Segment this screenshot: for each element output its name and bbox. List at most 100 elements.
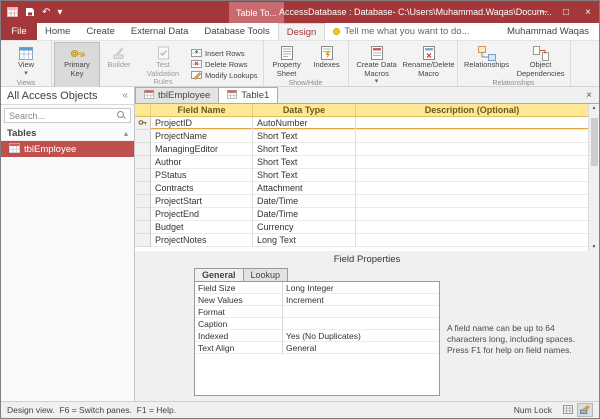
test-validation-rules-button[interactable]: Test Validation Rules — [138, 42, 188, 88]
row-selector[interactable] — [135, 182, 151, 195]
primary-key-button[interactable]: Primary Key — [54, 42, 100, 88]
data-type-cell[interactable]: Short Text — [253, 130, 356, 143]
property-label[interactable]: Field Size — [195, 282, 283, 294]
field-name-cell[interactable]: ManagingEditor — [151, 143, 253, 156]
row-selector[interactable] — [135, 156, 151, 169]
doc-tab-tblemployee[interactable]: tblEmployee — [135, 87, 219, 103]
delete-rows-button[interactable]: Delete Rows — [191, 59, 258, 70]
property-label[interactable]: Text Align — [195, 342, 283, 354]
doc-tab-table1[interactable]: Table1 — [218, 87, 278, 103]
row-selector[interactable] — [135, 221, 151, 234]
indexes-button[interactable]: Indexes — [308, 42, 346, 79]
data-type-cell[interactable]: Short Text — [253, 143, 356, 156]
property-value[interactable]: Increment — [283, 294, 439, 306]
close-button[interactable]: × — [577, 1, 599, 23]
property-value[interactable]: Yes (No Duplicates) — [283, 330, 439, 342]
data-type-cell[interactable]: Date/Time — [253, 195, 356, 208]
field-name-cell[interactable]: ProjectNotes — [151, 234, 253, 247]
property-value[interactable] — [283, 306, 439, 318]
relationships-button[interactable]: Relationships — [460, 42, 514, 79]
description-cell[interactable] — [356, 195, 588, 208]
description-cell[interactable] — [356, 208, 588, 221]
qat-customize-icon[interactable]: ▾ — [57, 7, 62, 18]
object-dependencies-button[interactable]: Object Dependencies — [514, 42, 568, 79]
table-row[interactable]: Author Short Text — [135, 156, 588, 169]
design-view-button[interactable] — [577, 403, 593, 417]
field-name-cell[interactable]: PStatus — [151, 169, 253, 182]
row-selector[interactable] — [135, 195, 151, 208]
description-cell[interactable] — [356, 143, 588, 156]
datasheet-view-button[interactable] — [560, 403, 576, 417]
table-row[interactable]: ProjectStart Date/Time — [135, 195, 588, 208]
tab-external-data[interactable]: External Data — [123, 23, 197, 40]
description-cell[interactable] — [356, 221, 588, 234]
row-selector[interactable] — [135, 234, 151, 247]
property-value[interactable]: General — [283, 342, 439, 354]
field-name-cell[interactable]: Author — [151, 156, 253, 169]
create-data-macros-button[interactable]: Create Data Macros ▾ — [351, 42, 403, 87]
data-type-cell[interactable]: Currency — [253, 221, 356, 234]
tab-design[interactable]: Design — [278, 23, 326, 40]
property-label[interactable]: Caption — [195, 318, 283, 330]
table-row[interactable]: ProjectEnd Date/Time — [135, 208, 588, 221]
insert-rows-button[interactable]: Insert Rows — [191, 48, 258, 59]
property-label[interactable]: Format — [195, 306, 283, 318]
description-cell[interactable] — [356, 182, 588, 195]
search-input[interactable]: Search... — [4, 108, 131, 123]
tab-database-tools[interactable]: Database Tools — [196, 23, 277, 40]
description-cell[interactable] — [356, 234, 588, 247]
modify-lookups-button[interactable]: Modify Lookups — [191, 70, 258, 81]
row-selector[interactable] — [135, 117, 151, 130]
save-icon[interactable] — [25, 7, 35, 17]
builder-button[interactable]: Builder — [100, 42, 138, 88]
contextual-tab-group-label[interactable]: Table To... — [229, 2, 284, 23]
data-type-cell[interactable]: Short Text — [253, 169, 356, 182]
nav-item-tblemployee[interactable]: tblEmployee — [1, 141, 134, 157]
table-row[interactable]: Contracts Attachment — [135, 182, 588, 195]
property-value[interactable]: Long Integer — [283, 282, 439, 294]
description-cell[interactable] — [356, 130, 588, 143]
description-cell[interactable] — [356, 117, 588, 130]
row-selector[interactable] — [135, 208, 151, 221]
field-name-cell[interactable]: Contracts — [151, 182, 253, 195]
row-selector[interactable] — [135, 169, 151, 182]
rename-delete-macro-button[interactable]: Rename/Delete Macro — [403, 42, 455, 87]
shutter-collapse-icon[interactable]: « — [122, 90, 128, 101]
scrollbar-thumb[interactable] — [591, 118, 598, 166]
data-type-cell[interactable]: Short Text — [253, 156, 356, 169]
table-row[interactable]: ProjectName Short Text — [135, 130, 588, 143]
description-cell[interactable] — [356, 169, 588, 182]
nav-section-tables[interactable]: Tables ▴ — [1, 126, 134, 141]
tab-file[interactable]: File — [1, 23, 37, 40]
property-label[interactable]: Indexed — [195, 330, 283, 342]
tab-create[interactable]: Create — [78, 23, 123, 40]
tab-general[interactable]: General — [194, 268, 244, 281]
property-sheet-button[interactable]: Property Sheet — [266, 42, 308, 79]
table-row[interactable]: ProjectID AutoNumber — [135, 117, 588, 130]
field-name-cell[interactable]: ProjectStart — [151, 195, 253, 208]
undo-icon[interactable]: ↶ — [42, 7, 50, 18]
account-name[interactable]: Muhammad Waqas — [507, 23, 599, 40]
table-row[interactable]: ProjectNotes Long Text — [135, 234, 588, 247]
table-row[interactable]: Budget Currency — [135, 221, 588, 234]
minimize-button[interactable]: ─ — [533, 1, 555, 23]
scroll-down-icon[interactable]: ▼ — [592, 244, 597, 250]
vertical-scrollbar[interactable]: ▲ ▼ — [588, 104, 599, 251]
tab-home[interactable]: Home — [37, 23, 78, 40]
description-cell[interactable] — [356, 156, 588, 169]
property-value[interactable] — [283, 318, 439, 330]
data-type-cell[interactable]: Attachment — [253, 182, 356, 195]
nav-pane-header[interactable]: All Access Objects « — [1, 87, 134, 105]
field-name-cell[interactable]: ProjectName — [151, 130, 253, 143]
table-row[interactable]: PStatus Short Text — [135, 169, 588, 182]
row-selector[interactable] — [135, 130, 151, 143]
data-type-cell[interactable]: Long Text — [253, 234, 356, 247]
field-name-cell[interactable]: ProjectEnd — [151, 208, 253, 221]
property-label[interactable]: New Values — [195, 294, 283, 306]
data-type-cell[interactable]: AutoNumber — [253, 117, 356, 130]
scroll-up-icon[interactable]: ▲ — [592, 105, 597, 111]
tab-lookup[interactable]: Lookup — [243, 268, 289, 281]
table-row[interactable]: ManagingEditor Short Text — [135, 143, 588, 156]
row-selector[interactable] — [135, 143, 151, 156]
field-name-cell[interactable]: ProjectID — [151, 117, 253, 130]
